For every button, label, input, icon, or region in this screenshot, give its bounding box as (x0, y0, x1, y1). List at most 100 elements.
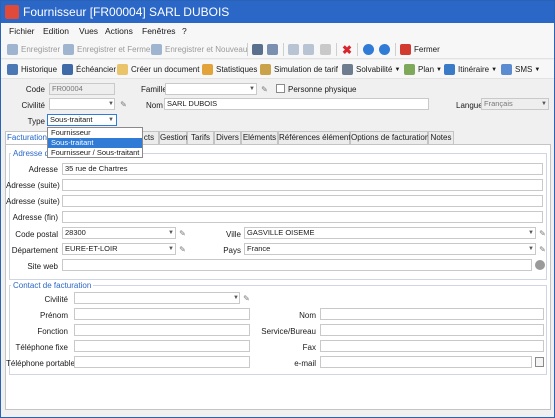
fax-label: Fax (302, 343, 316, 352)
menu-actions[interactable]: Actions (105, 26, 133, 36)
next-button[interactable] (379, 43, 393, 56)
nom-field[interactable]: SARL DUBOIS (164, 98, 429, 110)
undo-icon (288, 44, 299, 55)
chevron-down-icon[interactable]: ▼ (107, 115, 115, 125)
menu-fichier[interactable]: Fichier (9, 26, 35, 36)
tab-elements[interactable]: Eléments (241, 131, 278, 144)
nom-label: Nom (146, 101, 163, 110)
adresse-suite-1-field[interactable] (62, 179, 543, 191)
famille-select[interactable] (165, 83, 257, 95)
tab-options-facturation[interactable]: Options de facturation (350, 131, 429, 144)
echeancier-button[interactable]: Échéancier (62, 63, 116, 76)
pays-select[interactable]: France (244, 243, 536, 255)
solvabilite-button[interactable]: Solvabilité ▼ (342, 63, 400, 76)
menu-help[interactable]: ? (182, 26, 187, 36)
edit-pencil-icon[interactable]: ✎ (119, 100, 128, 109)
telephone-portable-field[interactable] (74, 356, 250, 368)
save-button[interactable]: Enregistrer (7, 43, 60, 56)
prenom-field[interactable] (74, 308, 250, 320)
ville-select[interactable]: GASVILLE OISEME (244, 227, 536, 239)
type-option-fournisseur[interactable]: Fournisseur (48, 128, 142, 138)
save-new-button[interactable]: Enregistrer et Nouveau (151, 43, 247, 56)
sms-button[interactable]: SMS ▼ (501, 63, 540, 76)
chart-icon (202, 64, 213, 75)
pays-label: Pays (223, 246, 241, 255)
chevron-down-icon[interactable]: ▼ (527, 244, 535, 254)
save-close-button[interactable]: Enregistrer et Fermer (63, 43, 153, 56)
chevron-down-icon[interactable]: ▼ (167, 244, 175, 254)
adresse-label: Adresse (28, 165, 58, 174)
email-label: e-mail (294, 359, 316, 368)
undo-button[interactable] (288, 43, 302, 56)
chevron-down-icon[interactable]: ▼ (540, 99, 548, 109)
type-option-sous-traitant[interactable]: Sous-traitant (48, 138, 142, 148)
edit-pencil-icon[interactable]: ✎ (538, 245, 547, 254)
edit-pencil-icon[interactable]: ✎ (242, 294, 251, 303)
previous-button[interactable] (363, 43, 377, 56)
tab-gestion[interactable]: Gestion (159, 131, 188, 144)
toolbar-main: Enregistrer Enregistrer et Fermer Enregi… (1, 40, 554, 59)
tab-notes[interactable]: Notes (428, 131, 454, 144)
departement-select[interactable]: EURE-ET-LOIR (62, 243, 176, 255)
menu-edition[interactable]: Edition (43, 26, 69, 36)
tab-references-element[interactable]: Références élément (278, 131, 351, 144)
famille-label: Famille (141, 85, 167, 94)
langue-select[interactable]: Français (481, 98, 549, 110)
tab-tarifs[interactable]: Tarifs (187, 131, 214, 144)
plan-button[interactable]: Plan ▼ (404, 63, 442, 76)
print-button[interactable] (252, 43, 266, 56)
edit-pencil-icon[interactable]: ✎ (260, 85, 269, 94)
statistiques-button[interactable]: Statistiques (202, 63, 257, 76)
menu-vues[interactable]: Vues (79, 26, 98, 36)
chevron-down-icon[interactable]: ▼ (232, 293, 240, 303)
code-postal-select[interactable]: 28300 (62, 227, 176, 239)
creer-document-button[interactable]: Créer un document (117, 63, 199, 76)
edit-pencil-icon[interactable]: ✎ (178, 245, 187, 254)
toolbar-separator (283, 43, 284, 56)
save-new-icon (151, 44, 162, 55)
chevron-down-icon[interactable]: ▼ (527, 228, 535, 238)
fonction-field[interactable] (74, 324, 250, 336)
redo-button[interactable] (303, 43, 317, 56)
adresse-field[interactable]: 35 rue de Chartres (62, 163, 543, 175)
document-icon (117, 64, 128, 75)
fax-field[interactable] (320, 340, 544, 352)
edit-pencil-icon[interactable]: ✎ (538, 229, 547, 238)
site-web-field[interactable] (62, 259, 532, 271)
chevron-down-icon[interactable]: ▼ (107, 99, 115, 109)
close-button[interactable]: Fermer (400, 43, 440, 56)
fonction-label: Fonction (37, 327, 68, 336)
telephone-fixe-field[interactable] (74, 340, 250, 352)
menu-fenetres[interactable]: Fenêtres (142, 26, 176, 36)
itineraire-button[interactable]: Itinéraire ▼ (444, 63, 497, 76)
save-close-icon (63, 44, 74, 55)
route-icon (444, 64, 455, 75)
main-window: Fournisseur [FR00004] SARL DUBOIS Fichie… (0, 0, 555, 418)
chevron-down-icon[interactable]: ▼ (248, 84, 256, 94)
preview-button[interactable] (267, 43, 281, 56)
delete-button[interactable]: ✖ (342, 43, 352, 57)
mail-icon[interactable] (535, 357, 544, 367)
ville-label: Ville (226, 230, 241, 239)
contact-civilite-label: Civilité (44, 295, 68, 304)
chevron-down-icon[interactable]: ▼ (167, 228, 175, 238)
telephone-portable-label: Téléphone portable (6, 359, 75, 368)
globe-icon[interactable] (535, 260, 545, 270)
contact-nom-field[interactable] (320, 308, 544, 320)
type-option-fournisseur-sous-traitant[interactable]: Fournisseur / Sous-traitant (48, 148, 142, 158)
edit-pencil-icon[interactable]: ✎ (178, 229, 187, 238)
window-title: Fournisseur [FR00004] SARL DUBOIS (23, 5, 230, 19)
price-simulation-icon (260, 64, 271, 75)
simulation-tarif-button[interactable]: Simulation de tarif (260, 63, 338, 76)
historique-button[interactable]: Historique (7, 63, 57, 76)
tab-facturation[interactable]: Facturation (5, 131, 49, 145)
service-bureau-field[interactable] (320, 324, 544, 336)
copy-button[interactable] (320, 43, 334, 56)
email-field[interactable] (320, 356, 532, 368)
adresse-suite-2-field[interactable] (62, 195, 543, 207)
contact-civilite-select[interactable] (74, 292, 240, 304)
civilite-select[interactable] (49, 98, 115, 110)
adresse-fin-field[interactable] (62, 211, 543, 223)
tab-divers[interactable]: Divers (214, 131, 241, 144)
personne-physique-checkbox[interactable] (276, 84, 285, 93)
